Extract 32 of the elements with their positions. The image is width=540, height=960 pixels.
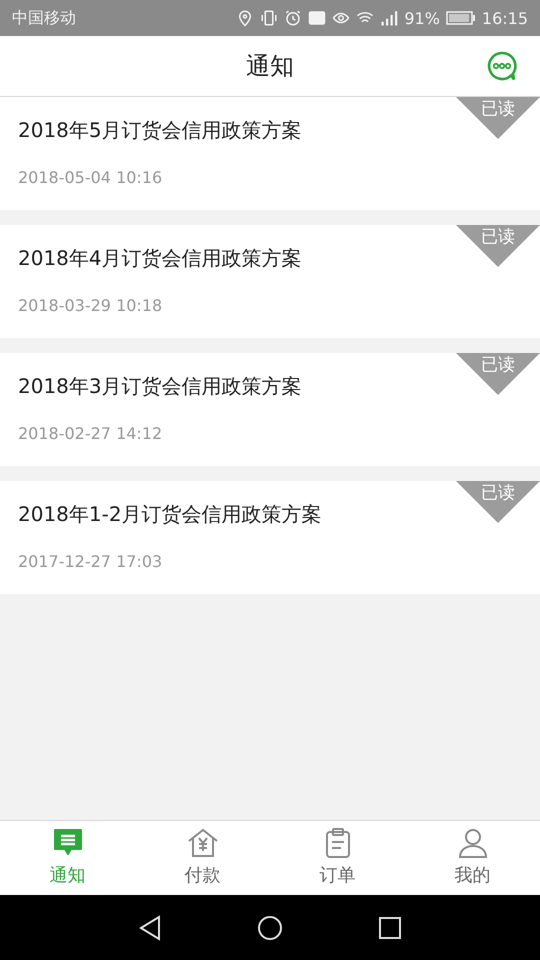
read-badge: 已读 (456, 481, 540, 523)
notice-title: 2018年5月订货会信用政策方案 (18, 117, 303, 144)
recents-icon (378, 916, 402, 940)
page-title: 通知 (246, 51, 294, 82)
signal-icon (380, 9, 398, 27)
vibrate-icon (260, 9, 278, 27)
tab[interactable]: 我的 (405, 821, 540, 895)
home-icon (257, 914, 283, 940)
notice-title: 2018年3月订货会信用政策方案 (18, 373, 303, 400)
tab[interactable]: 订单 (270, 821, 405, 895)
person-icon (456, 827, 488, 859)
carrier-name: 中国移动 (12, 8, 76, 28)
notice-date: 2018-05-04 10:16 (18, 168, 164, 187)
read-badge: 已读 (456, 225, 540, 267)
alarm-icon (284, 9, 302, 27)
notice-card[interactable]: 2018年1-2月订货会信用政策方案 2017-12-27 17:03 已读 (0, 481, 540, 594)
notice-title: 2018年1-2月订货会信用政策方案 (18, 501, 323, 528)
read-badge: 已读 (456, 97, 540, 139)
battery-icon (446, 10, 476, 26)
notice-card[interactable]: 2018年5月订货会信用政策方案 2018-05-04 10:16 已读 (0, 97, 540, 210)
notice-date: 2017-12-27 17:03 (18, 552, 164, 571)
back-icon (138, 914, 162, 940)
notice-card[interactable]: 2018年3月订货会信用政策方案 2018-02-27 14:12 已读 (0, 353, 540, 466)
notice-title: 2018年4月订货会信用政策方案 (18, 245, 303, 272)
battery-percent: 91% (404, 8, 440, 28)
clock-time: 16:15 (482, 8, 528, 28)
read-badge: 已读 (456, 353, 540, 395)
house-icon (186, 827, 218, 859)
notice-date: 2018-02-27 14:12 (18, 424, 164, 443)
notice-date: 2018-03-29 10:18 (18, 296, 164, 315)
tab[interactable]: 付款 (135, 821, 270, 895)
notice-card[interactable]: 2018年4月订货会信用政策方案 2018-03-29 10:18 已读 (0, 225, 540, 338)
